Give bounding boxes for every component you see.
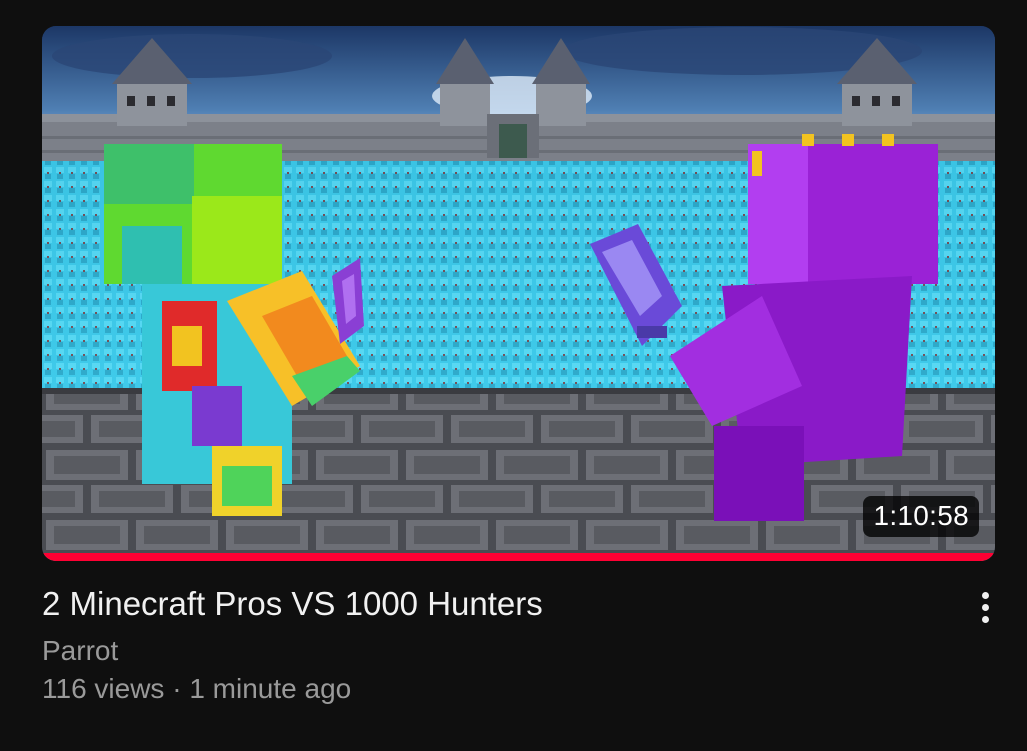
video-thumbnail[interactable]: 1:10:58 (42, 26, 995, 561)
video-title[interactable]: 2 Minecraft Pros VS 1000 Hunters (42, 584, 942, 624)
thumbnail-artwork (42, 26, 995, 561)
upload-age: 1 minute ago (189, 673, 352, 704)
video-card[interactable]: 1:10:58 2 Minecraft Pros VS 1000 Hunters… (0, 0, 1027, 751)
more-options-button[interactable] (964, 586, 1006, 628)
more-vert-icon (981, 591, 989, 623)
video-details: 2 Minecraft Pros VS 1000 Hunters Parrot … (42, 584, 942, 706)
video-stats: 116 views · 1 minute ago (42, 672, 942, 706)
channel-name[interactable]: Parrot (42, 634, 942, 668)
watch-progress-bar (42, 553, 995, 561)
view-count: 116 views (42, 673, 165, 704)
duration-badge: 1:10:58 (863, 496, 979, 537)
stats-separator: · (164, 673, 190, 704)
watch-progress-fill (42, 553, 995, 561)
